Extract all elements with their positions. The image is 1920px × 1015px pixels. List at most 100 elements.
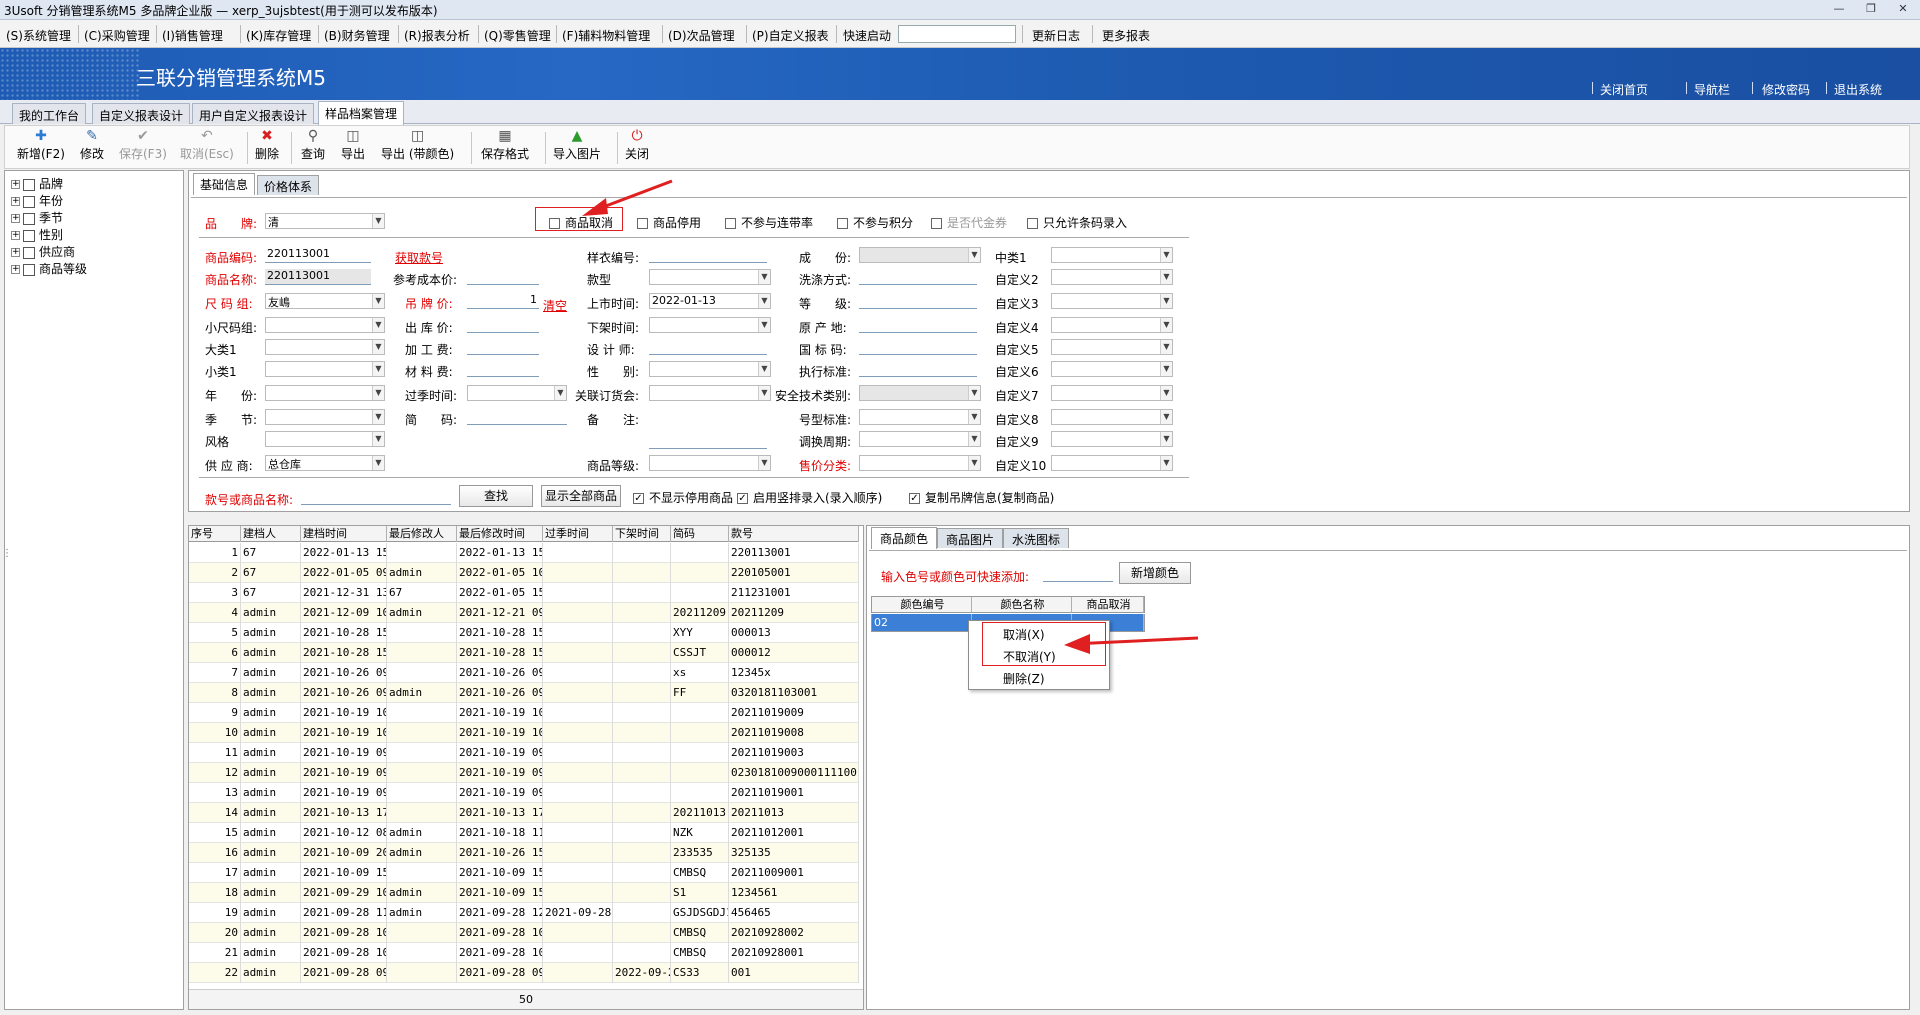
- table-row[interactable]: 12 admin 2021-10-19 09 2021-10-19 09: 023018…: [189, 763, 859, 783]
- table-row[interactable]: 10 admin 2021-10-19 10 2021-10-19 10: 202110…: [189, 723, 859, 743]
- menu-system[interactable]: (S)系统管理: [6, 27, 71, 44]
- checkbox[interactable]: [837, 218, 848, 229]
- grid-header-cell[interactable]: 序号: [189, 526, 241, 542]
- menu-inventory[interactable]: (K)库存管理: [246, 27, 311, 44]
- grid-header-cell[interactable]: 简码: [671, 526, 729, 542]
- code-input[interactable]: 220113001: [265, 247, 371, 263]
- get-style-link[interactable]: 获取款号: [395, 249, 443, 266]
- tab-sample-archive[interactable]: 样品档案管理: [318, 101, 405, 125]
- check-hide-disabled[interactable]: ✓ 不显示停用商品: [633, 489, 733, 506]
- order-fair-select[interactable]: ▼: [649, 385, 771, 401]
- splitter-handle[interactable]: ⋮: [2, 548, 12, 559]
- nav-bar-link[interactable]: 导航栏: [1694, 81, 1730, 98]
- exchange-select[interactable]: ▼: [859, 431, 981, 447]
- checkbox[interactable]: [725, 218, 736, 229]
- check-voucher[interactable]: 是否代金券: [931, 214, 1007, 231]
- model-std-select[interactable]: ▼: [859, 409, 981, 425]
- grade-select[interactable]: ▼: [649, 455, 771, 471]
- tab-custom-report-design[interactable]: 自定义报表设计: [92, 103, 191, 124]
- material-fee-input[interactable]: [467, 361, 539, 377]
- tab-price-system[interactable]: 价格体系: [257, 175, 320, 195]
- menu-reports[interactable]: (R)报表分析: [404, 27, 470, 44]
- tab-product-color[interactable]: 商品颜色: [871, 527, 938, 549]
- tag-price-input[interactable]: 1: [467, 293, 539, 309]
- overseason-select[interactable]: ▼: [467, 385, 567, 401]
- custom-select-3[interactable]: ▼: [1051, 293, 1173, 309]
- season-select[interactable]: ▼: [265, 409, 385, 425]
- small-size-select[interactable]: ▼: [265, 317, 385, 333]
- table-row[interactable]: 16 admin 2021-10-09 20 admin 2021-10-26 15: 2…: [189, 843, 859, 863]
- custom-select-9[interactable]: ▼: [1051, 431, 1173, 447]
- checkbox[interactable]: ✓: [909, 493, 920, 504]
- check-copy-tag-info[interactable]: ✓ 复制吊牌信息(复制商品): [909, 489, 1054, 506]
- menu-custom-reports[interactable]: (P)自定义报表: [752, 27, 829, 44]
- expand-icon[interactable]: +: [11, 197, 20, 206]
- table-row[interactable]: 1 67 2022-01-13 15 2022-01-13 15: 220113001: [189, 543, 859, 563]
- minimize-icon[interactable]: —: [1830, 2, 1848, 16]
- cancel-button[interactable]: ↶ 取消(Esc): [180, 128, 234, 162]
- tab-product-image[interactable]: 商品图片: [937, 528, 1004, 548]
- menu-more-reports[interactable]: 更多报表: [1102, 27, 1150, 44]
- tree-item-year[interactable]: + 年份: [11, 192, 63, 208]
- save-button[interactable]: ✔ 保存(F3): [119, 128, 167, 162]
- checkbox[interactable]: ✓: [633, 493, 644, 504]
- launch-date[interactable]: 2022-01-13 ▼: [649, 293, 771, 309]
- table-row[interactable]: 17 admin 2021-10-09 15 2021-10-09 15: CMBSQ 2…: [189, 863, 859, 883]
- table-row[interactable]: 7 admin 2021-10-26 09 2021-10-26 09: xs 12345…: [189, 663, 859, 683]
- size-group-select[interactable]: 友嶋 ▼: [265, 293, 385, 309]
- component-select[interactable]: ▼: [859, 247, 981, 263]
- process-fee-input[interactable]: [467, 339, 539, 355]
- check-vertical-entry[interactable]: ✓ 启用竖排录入(录入顺序): [737, 489, 882, 506]
- show-all-button[interactable]: 显示全部商品: [541, 485, 621, 507]
- import-image-button[interactable]: ▲ 导入图片: [553, 128, 601, 162]
- tree-checkbox[interactable]: [23, 178, 35, 191]
- grid-header-cell[interactable]: 最后修改人: [387, 526, 457, 542]
- grid-header-cell[interactable]: 过季时间: [543, 526, 613, 542]
- custom-select-4[interactable]: ▼: [1051, 317, 1173, 333]
- export-color-button[interactable]: ◫ 导出 (带颜色): [381, 128, 454, 162]
- menu-retail[interactable]: (Q)零售管理: [484, 27, 551, 44]
- shortcode-input[interactable]: [467, 409, 567, 425]
- brand-select[interactable]: 清 ▼: [265, 213, 385, 229]
- table-row[interactable]: 20 admin 2021-09-28 10 2021-09-28 10: CMBSQ 2…: [189, 923, 859, 943]
- restore-icon[interactable]: ❐: [1862, 2, 1880, 16]
- name-input[interactable]: 220113001: [265, 269, 371, 285]
- tree-item-gender[interactable]: + 性别: [11, 226, 63, 242]
- table-row[interactable]: 2 67 2022-01-05 09 admin 2022-01-05 10: 22010…: [189, 563, 859, 583]
- custom-select-2[interactable]: ▼: [1051, 269, 1173, 285]
- expand-icon[interactable]: +: [11, 265, 20, 274]
- check-product-disabled[interactable]: 商品停用: [637, 214, 701, 231]
- tree-checkbox[interactable]: [23, 195, 35, 208]
- add-button[interactable]: ✚ 新增(F2): [17, 128, 65, 162]
- expand-icon[interactable]: +: [11, 180, 20, 189]
- custom-select-5[interactable]: ▼: [1051, 339, 1173, 355]
- check-barcode-only[interactable]: 只允许条码录入: [1027, 214, 1127, 231]
- grid-header-cell[interactable]: 下架时间: [613, 526, 671, 542]
- color-header-cell[interactable]: 颜色编号: [872, 597, 972, 613]
- tree-item-supplier[interactable]: + 供应商: [11, 243, 75, 259]
- sample-no-input[interactable]: [649, 247, 767, 263]
- tree-item-brand[interactable]: + 品牌: [11, 175, 63, 191]
- gender-select[interactable]: ▼: [649, 361, 771, 377]
- style-select[interactable]: ▼: [265, 431, 385, 447]
- tab-wash-icon[interactable]: 水洗图标: [1003, 528, 1070, 548]
- custom-select-10[interactable]: ▼: [1051, 455, 1173, 471]
- level-input[interactable]: [859, 293, 977, 309]
- standard-input[interactable]: [859, 361, 977, 377]
- table-row[interactable]: 9 admin 2021-10-19 10 2021-10-19 10: 2021101…: [189, 703, 859, 723]
- checkbox[interactable]: [637, 218, 648, 229]
- expand-icon[interactable]: +: [11, 248, 20, 257]
- close-home-link[interactable]: 关闭首页: [1600, 81, 1648, 98]
- table-row[interactable]: 6 admin 2021-10-28 15 2021-10-28 15: CSSJT 00…: [189, 643, 859, 663]
- tree-item-season[interactable]: + 季节: [11, 209, 63, 225]
- tree-item-grade[interactable]: + 商品等级: [11, 260, 87, 276]
- close-button[interactable]: ⏻ 关闭: [625, 128, 649, 162]
- menu-sales[interactable]: (I)销售管理: [162, 27, 223, 44]
- off-shelf-date[interactable]: ▼: [649, 317, 771, 333]
- table-row[interactable]: 19 admin 2021-09-28 11 admin 2021-09-28 12: 2…: [189, 903, 859, 923]
- export-button[interactable]: ◫ 导出: [341, 128, 365, 162]
- table-row[interactable]: 8 admin 2021-10-26 09 admin 2021-10-26 09: FF…: [189, 683, 859, 703]
- search-input[interactable]: [301, 489, 451, 505]
- delete-button[interactable]: ✖ 删除: [255, 128, 279, 162]
- tree-checkbox[interactable]: [23, 246, 35, 259]
